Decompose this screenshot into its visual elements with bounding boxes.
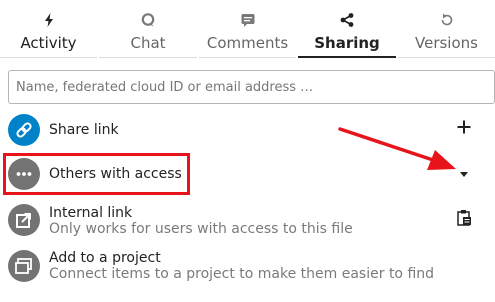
tab-sharing[interactable]: Sharing — [298, 0, 396, 58]
tab-sharing-label: Sharing — [314, 34, 380, 52]
tab-activity-label: Activity — [20, 34, 77, 52]
tab-chat-label: Chat — [130, 34, 166, 52]
others-with-access-label: Others with access — [49, 166, 182, 182]
clipboard-icon[interactable] — [456, 209, 472, 227]
tab-sharing-underline — [298, 56, 396, 58]
add-to-project-avatar — [8, 250, 40, 282]
others-with-access-avatar — [8, 158, 40, 190]
chat-bubble-icon — [141, 13, 155, 27]
add-to-project-title: Add to a project — [49, 250, 161, 266]
tab-versions-underline — [398, 57, 495, 58]
add-to-project-subtitle: Connect items to a project to make them … — [49, 266, 435, 282]
external-link-icon — [16, 213, 31, 228]
link-icon — [16, 122, 32, 138]
tab-comments-label: Comments — [206, 34, 289, 52]
internal-link-title: Internal link — [49, 205, 133, 221]
sidebar-tabs: Activity Chat Comments Sharing Versions — [0, 0, 495, 58]
tab-versions-label: Versions — [415, 34, 478, 52]
internal-link-subtitle: Only works for users with access to this… — [49, 221, 353, 237]
share-link-label: Share link — [49, 122, 119, 138]
project-icon — [15, 258, 32, 274]
tab-comments[interactable]: Comments — [199, 0, 296, 58]
share-search-input[interactable] — [8, 70, 495, 104]
tab-chat-underline — [99, 57, 197, 58]
lightning-icon — [44, 13, 53, 27]
tab-versions[interactable]: Versions — [398, 0, 495, 58]
caret-down-icon[interactable] — [460, 172, 468, 177]
plus-icon[interactable] — [456, 119, 472, 135]
tab-chat[interactable]: Chat — [99, 0, 197, 58]
tab-comments-underline — [199, 57, 296, 58]
internal-link-avatar — [8, 204, 40, 236]
comment-icon — [241, 14, 254, 27]
share-link-avatar — [8, 114, 40, 146]
history-icon — [441, 13, 452, 26]
tab-activity[interactable]: Activity — [0, 0, 97, 58]
more-horizontal-icon — [16, 172, 32, 176]
share-icon — [340, 13, 354, 27]
tab-activity-underline — [0, 57, 97, 58]
